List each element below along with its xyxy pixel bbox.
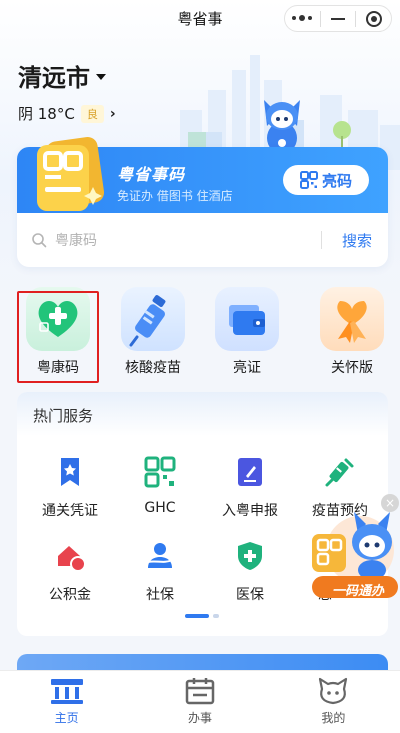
quick-entry-show-id[interactable]: 亮证 [206, 287, 288, 377]
hot-services-title: 热门服务 [33, 407, 94, 425]
weather-info[interactable]: 阴 18°C 良 › [18, 103, 116, 124]
mini-program-capsule [284, 5, 392, 32]
service-housing-fund[interactable]: 公积金 [25, 540, 115, 604]
service-guangdong-entry-report[interactable]: 入粤申报 [205, 456, 295, 520]
more-button[interactable] [285, 6, 320, 31]
page-indicator [185, 614, 219, 618]
code-card: 粤省事码 免证办 借图书 住酒店 亮码 粤康码 搜索 [17, 136, 388, 267]
selection-highlight-box [17, 291, 99, 383]
close-promo-button[interactable]: × [381, 494, 399, 512]
syringe-icon [121, 287, 185, 351]
promo-label: 一码通办 [331, 584, 384, 599]
target-circle-icon [365, 10, 382, 27]
service-label: 通关凭证 [42, 503, 98, 519]
air-quality-badge: 良 [80, 104, 104, 123]
mascot-face-icon [319, 677, 348, 705]
search-icon [32, 233, 47, 248]
ghc-qr-icon [144, 456, 176, 488]
search-input[interactable]: 粤康码 [55, 230, 97, 250]
quick-entry-label: 核酸疫苗 [125, 360, 181, 376]
search-divider [321, 231, 322, 249]
service-label: 入粤申报 [222, 503, 278, 519]
close-mini-program-button[interactable] [356, 6, 391, 31]
search-bar[interactable]: 粤康码 搜索 [17, 223, 388, 257]
vaccine-icon [325, 458, 354, 487]
service-social-security[interactable]: 社保 [115, 540, 205, 604]
minimize-icon [331, 17, 345, 20]
wallet-icon [215, 287, 279, 351]
city-name: 清远市 [18, 64, 90, 92]
service-label: 社保 [146, 587, 174, 603]
ribbon-icon [320, 287, 384, 351]
show-code-label: 亮码 [321, 171, 352, 190]
calendar-icon [185, 678, 215, 705]
app-title: 粤省事 [177, 9, 223, 28]
tab-label: 主页 [54, 711, 79, 725]
show-code-button[interactable]: 亮码 [283, 165, 369, 195]
code-card-title: 粤省事码 [117, 165, 186, 184]
service-label: 公积金 [49, 587, 91, 603]
service-label: GHC [144, 500, 176, 516]
tab-home[interactable]: 主页 [0, 671, 133, 733]
city-selector[interactable]: 清远市 [18, 58, 106, 93]
service-customs-pass[interactable]: 通关凭证 [25, 456, 115, 520]
title-bar: 粤省事 [0, 0, 400, 36]
qr-code-icon [299, 171, 318, 189]
minimize-button[interactable] [321, 6, 356, 31]
tab-profile[interactable]: 我的 [267, 671, 400, 733]
quick-entry-nucleic-vaccine[interactable]: 核酸疫苗 [112, 287, 194, 377]
code-card-subtitle: 免证办 借图书 住酒店 [117, 189, 233, 203]
tab-label: 我的 [321, 711, 346, 725]
tab-services[interactable]: 办事 [133, 671, 266, 733]
bottom-tab-bar: 主页 办事 我的 [0, 670, 400, 733]
service-ghc[interactable]: GHC [115, 456, 205, 516]
chevron-right-icon: › [109, 105, 116, 122]
house-fund-icon [58, 546, 86, 572]
pass-badge-icon [61, 458, 79, 486]
gold-qr-code-icon [37, 136, 105, 211]
report-edit-icon [238, 458, 262, 486]
tab-label: 办事 [187, 711, 212, 725]
more-dots-icon [292, 15, 313, 21]
search-button[interactable]: 搜索 [342, 230, 372, 251]
home-icon [50, 679, 83, 704]
social-security-icon [147, 543, 173, 568]
quick-entry-label: 关怀版 [331, 360, 373, 376]
weather-text: 阴 18°C [18, 105, 75, 123]
medical-insurance-icon [238, 542, 262, 570]
caret-down-icon [96, 73, 106, 80]
quick-entry-care-mode[interactable]: 关怀版 [311, 287, 393, 377]
quick-entry-label: 亮证 [233, 360, 261, 376]
